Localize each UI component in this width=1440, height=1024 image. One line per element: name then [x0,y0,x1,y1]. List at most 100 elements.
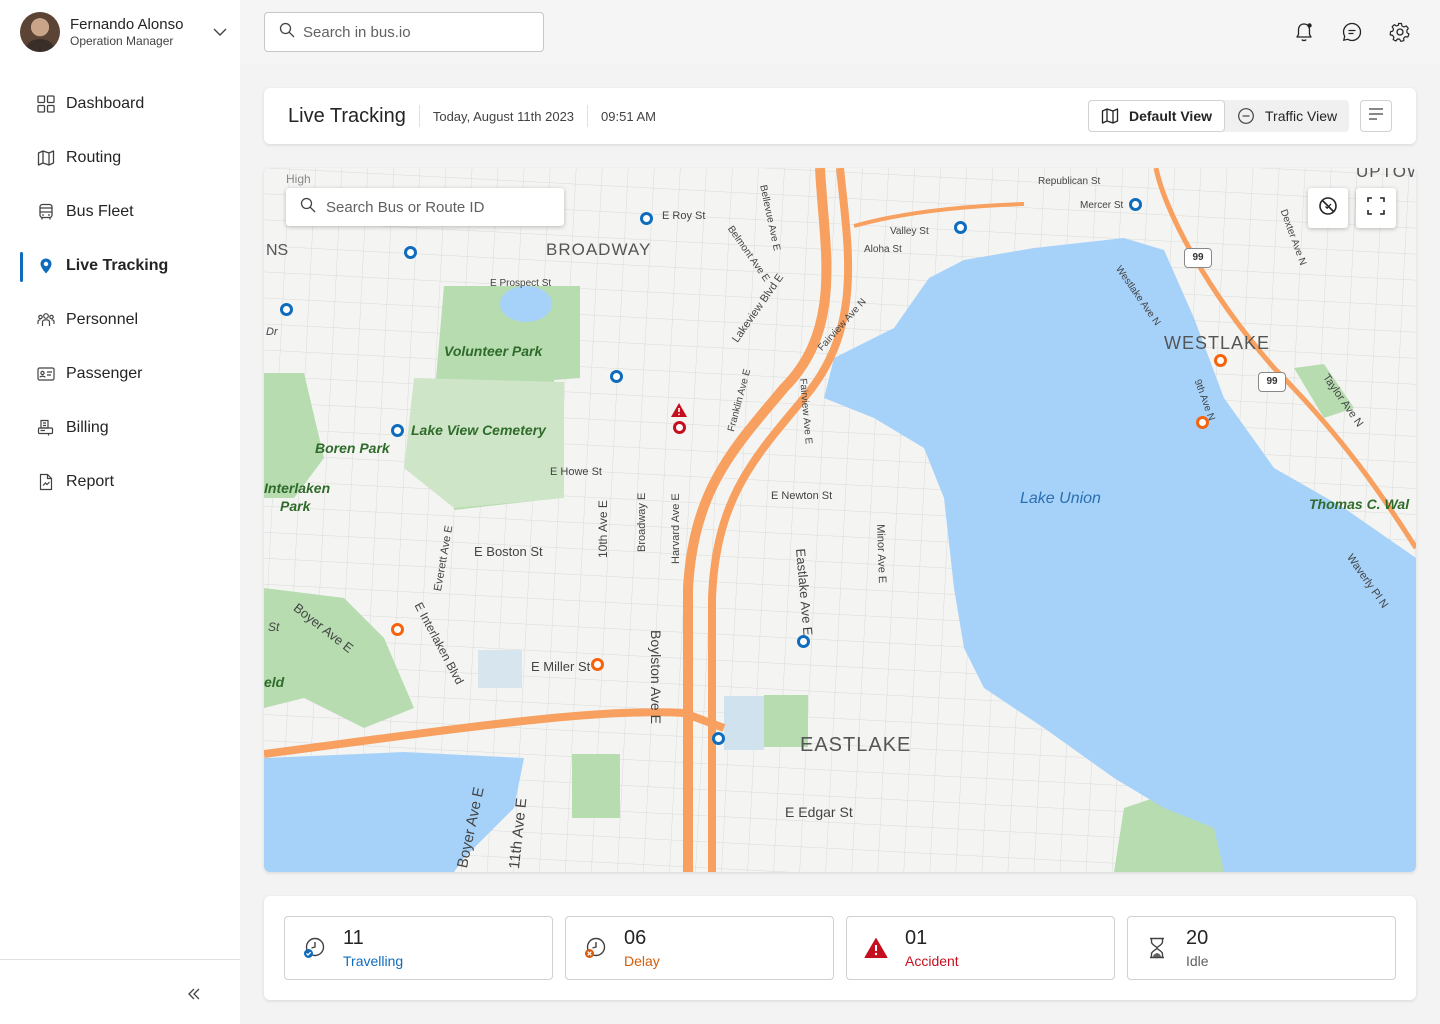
search-icon [300,197,316,218]
stat-delay[interactable]: 06 Delay [565,916,834,980]
minus-circle-icon [1237,107,1255,125]
sidebar-item-dashboard[interactable]: Dashboard [0,77,240,131]
fullscreen-icon [1367,196,1385,220]
global-search[interactable] [264,12,544,52]
park-small-2 [572,754,620,818]
location-pin-icon [36,256,56,276]
bus-marker-travelling[interactable] [640,212,653,225]
map-label-volunteer-park: Volunteer Park [444,343,543,359]
sidebar-item-label: Billing [66,419,109,436]
map-label-eld: eld [264,674,285,690]
bell-icon[interactable] [1292,20,1316,44]
filter-menu-button[interactable] [1360,100,1392,132]
map-label-st: St [268,620,280,634]
view-toggle: Default View Traffic View [1088,100,1350,132]
sidebar-item-bus-fleet[interactable]: Bus Fleet [0,185,240,239]
street-boylston: Boylston Ave E [648,630,664,724]
bus-marker-travelling[interactable] [391,424,404,437]
clock-warning-icon [582,935,608,961]
sidebar-item-passenger[interactable]: Passenger [0,347,240,401]
user-profile[interactable]: Fernando Alonso Operation Manager [20,12,232,52]
map-label-eastlake: EASTLAKE [800,734,912,756]
street-e-roy: E Roy St [662,210,706,222]
street-e-edgar: E Edgar St [785,804,853,820]
reservoir [500,286,552,322]
map-label-high: High [286,172,311,186]
bus-marker-travelling[interactable] [610,370,623,383]
bus-icon [36,202,56,222]
bus-marker-travelling[interactable] [954,221,967,234]
traffic-view-label: Traffic View [1265,108,1338,124]
prohibited-icon [1318,196,1338,221]
chat-icon[interactable] [1340,20,1364,44]
street-aloha: Aloha St [864,244,902,255]
stat-idle[interactable]: 20 Idle [1127,916,1396,980]
bus-marker-delay[interactable] [591,658,604,671]
accident-warning-icon[interactable] [670,402,688,423]
bus-marker-travelling[interactable] [712,732,725,745]
sidebar-item-routing[interactable]: Routing [0,131,240,185]
page-title: Live Tracking [288,104,406,127]
street-republican: Republican St [1038,176,1101,187]
stat-value: 11 [343,927,364,949]
fullscreen-button[interactable] [1356,188,1396,228]
street-e-howe: E Howe St [550,466,602,478]
sidebar-item-personnel[interactable]: Personnel [0,293,240,347]
user-role: Operation Manager [70,33,174,48]
map-icon [36,148,56,168]
stat-travelling[interactable]: 11 Travelling [284,916,553,980]
people-icon [36,310,56,330]
bus-marker-delay[interactable] [391,623,404,636]
stat-label: Delay [624,953,660,969]
traffic-view-button[interactable]: Traffic View [1225,100,1349,132]
street-harvard: Harvard Ave E [670,493,682,564]
search-input[interactable] [303,23,523,41]
bus-route-search-input[interactable] [326,198,556,216]
bus-marker-travelling[interactable] [280,303,293,316]
default-view-button[interactable]: Default View [1088,100,1225,132]
street-e-prospect: E Prospect St [490,278,552,289]
page-header: Live Tracking Today, August 11th 2023 09… [264,88,1416,144]
main-content: Live Tracking Today, August 11th 2023 09… [240,64,1440,1024]
hourglass-icon [1144,935,1170,961]
sidebar-item-report[interactable]: Report [0,455,240,509]
document-icon [36,472,56,492]
map-label-boren-park: Boren Park [315,440,390,456]
bus-marker-travelling[interactable] [797,635,810,648]
receipt-icon [36,418,56,438]
route-99-shield: 99 [1258,372,1286,392]
sidebar-nav: Dashboard Routing Bus Fleet Live Trackin… [0,77,240,509]
street-mercer: Mercer St [1080,200,1124,211]
contact-card-icon [36,364,56,384]
map-label-interlaken-1: Interlaken [264,480,331,496]
sidebar: Fernando Alonso Operation Manager Dashbo… [0,0,240,1024]
warning-triangle-icon [863,935,889,961]
sidebar-item-live-tracking[interactable]: Live Tracking [0,239,240,293]
bus-marker-travelling[interactable] [404,246,417,259]
street-e-boston: E Boston St [474,544,543,559]
stat-value: 20 [1186,927,1209,949]
pond [724,696,764,750]
map-canvas[interactable] [264,168,1416,872]
sidebar-item-label: Personnel [66,311,139,328]
bus-marker-travelling[interactable] [1129,198,1142,211]
divider [418,105,420,127]
stat-accident[interactable]: 01 Accident [846,916,1115,980]
gear-icon[interactable] [1388,20,1412,44]
text-align-icon [1368,107,1384,126]
map-label-uptown: UPTOWN [1356,168,1416,181]
live-map[interactable]: BROADWAY WESTLAKE EASTLAKE UPTOWN Lake U… [264,168,1416,872]
stat-label: Idle [1186,953,1209,969]
street-valley: Valley St [890,226,929,237]
pond-2 [478,650,522,688]
map-label-westlake: WESTLAKE [1164,333,1271,353]
chevron-down-icon[interactable] [208,20,232,44]
bus-marker-delay[interactable] [1214,354,1227,367]
bus-marker-delay[interactable] [1196,416,1209,429]
sidebar-item-billing[interactable]: Billing [0,401,240,455]
stat-label: Accident [905,953,959,969]
collapse-sidebar-icon[interactable] [182,982,206,1006]
map-search[interactable] [286,188,564,226]
disable-tracking-button[interactable] [1308,188,1348,228]
map-label-cemetery: Lake View Cemetery [411,422,546,438]
